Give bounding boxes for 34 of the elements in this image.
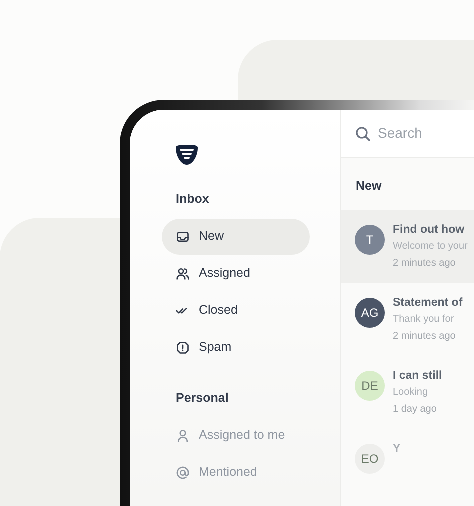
message-row[interactable]: AG Statement of Thank you for 2 minutes ago xyxy=(341,282,474,356)
section-title: Inbox xyxy=(176,191,210,208)
avatar: AG xyxy=(355,298,385,328)
at-icon xyxy=(176,466,190,480)
message-preview: Welcome to your xyxy=(393,240,468,254)
sidebar-item[interactable]: New xyxy=(162,218,310,255)
list-heading: New xyxy=(355,178,383,195)
sidebar-item[interactable]: Spam xyxy=(162,330,310,366)
sidebar-item[interactable]: Closed xyxy=(162,292,310,329)
users-icon xyxy=(176,266,190,281)
search-input[interactable]: Search xyxy=(378,123,468,144)
message-title: Y xyxy=(393,442,401,457)
message-time: 1 day ago xyxy=(393,402,438,417)
search-field[interactable]: Search xyxy=(341,110,474,158)
message-title: Statement of xyxy=(393,296,463,311)
inbox-icon xyxy=(176,230,190,244)
user-icon xyxy=(176,428,190,442)
alert-icon xyxy=(176,340,190,355)
message-title: Find out how xyxy=(393,222,466,238)
message-time: 2 minutes ago xyxy=(393,256,457,271)
message-preview: Looking xyxy=(393,386,430,400)
logo-icon xyxy=(174,144,200,166)
avatar: DE xyxy=(355,370,385,401)
message-preview: Thank you for xyxy=(393,312,456,327)
avatar: EO xyxy=(355,444,385,474)
sidebar-item[interactable]: Assigned xyxy=(162,256,310,292)
search-icon xyxy=(355,126,371,142)
message-title: I can still xyxy=(393,368,442,384)
message-time: 2 minutes ago xyxy=(393,330,457,344)
message-row[interactable]: EO Y xyxy=(341,428,474,502)
avatar: T xyxy=(355,224,385,255)
message-row[interactable]: T Find out how Welcome to your 2 minutes ago xyxy=(341,210,474,283)
section-title: Personal xyxy=(176,390,230,407)
message-row[interactable]: DE I can still Looking 1 day ago xyxy=(341,356,474,429)
